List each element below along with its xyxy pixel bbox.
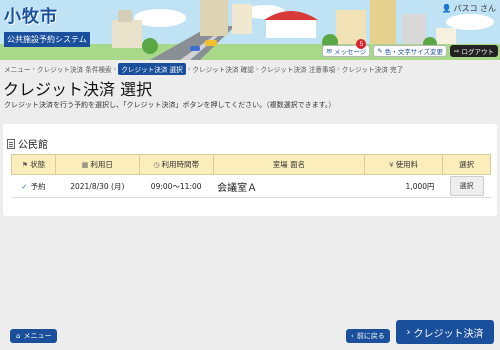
breadcrumb-current: クレジット決済 選択 [118,63,186,75]
user-name: パスコ さん [453,4,496,13]
table-row: ✓ 予約 2021/8/30 (月) 09:00～11:00 会議室Ａ 1,000… [11,174,491,198]
home-icon: ⌂ [16,332,21,340]
col-room: 室場 面名 [212,154,366,175]
breadcrumb-complete: クレジット決済 完了 [341,66,404,74]
col-time: ◷ 利用時間帯 [138,154,214,175]
back-button[interactable]: ‹ 前に戻る [346,329,390,343]
messages-button[interactable]: ✉ メッセージ 5 [322,39,371,57]
display-settings-label: 色・文字サイズ変更 [384,48,444,56]
breadcrumb-separator: › [32,65,36,73]
menu-button[interactable]: ⌂ メニュー [10,329,58,343]
cell-time: 09:00～11:00 [139,174,214,198]
yen-icon: ¥ [389,160,394,169]
header-banner: 小牧市 公共施設予約システム 👤 パスコ さん ✉ メッセージ 5 ✎ 色・文字… [0,0,500,60]
col-select: 選択 [442,154,491,175]
cell-select: 選択 [442,174,491,198]
site-subtitle: 公共施設予約システム [4,32,90,47]
breadcrumb-separator: › [187,65,191,73]
col-date: ▦ 利用日 [54,154,140,175]
cell-date: 2021/8/30 (月) [55,174,140,198]
header-tools: ✉ メッセージ 5 ✎ 色・文字サイズ変更 ⇨ ログアウト [322,39,498,57]
breadcrumb-separator: › [113,65,117,73]
user-info: 👤 パスコ さん [441,3,496,14]
flag-icon: ⚑ [21,160,29,169]
site-title: 小牧市 [4,7,58,27]
display-settings-button[interactable]: ✎ 色・文字サイズ変更 [373,45,448,57]
site-logo[interactable]: 小牧市 公共施設予約システム [4,2,90,47]
chevron-right-icon: › [406,326,411,338]
breadcrumb: メニュー › クレジット決済 条件検索 › クレジット決済 選択 › クレジット… [4,63,403,75]
logout-icon: ⇨ [454,47,460,55]
speech-bubble-icon: ✉ [326,47,332,55]
menu-label: メニュー [23,332,52,340]
breadcrumb-notes: クレジット決済 注意事項 [260,66,336,74]
calendar-icon: ▦ [81,160,89,169]
back-label: 前に戻る [356,332,385,340]
col-status: ⚑ 状態 [11,154,56,175]
table-header-row: ⚑ 状態 ▦ 利用日 ◷ 利用時間帯 室場 面名 ¥ 使用料 選択 [11,154,491,175]
reservation-table: ⚑ 状態 ▦ 利用日 ◷ 利用時間帯 室場 面名 ¥ 使用料 選択 ✓ 予約 2021/8… [11,154,491,198]
clock-icon: ◷ [153,160,160,169]
cell-fee: 1,000円 [364,174,443,198]
credit-payment-label: クレジット決済 [413,328,484,340]
logout-label: ログアウト [461,48,495,56]
logout-button[interactable]: ⇨ ログアウト [450,45,498,57]
chevron-left-icon: ‹ [351,332,354,340]
page-title: クレジット決済 選択 [3,80,153,99]
building-icon [7,138,15,149]
breadcrumb-confirm: クレジット決済 確認 [192,66,254,74]
select-button[interactable]: 選択 [449,176,484,196]
cell-room: 会議室Ａ [213,174,365,198]
footer-bar: ⌂ メニュー ‹ 前に戻る › クレジット決済 [0,315,500,350]
facility-name: 公民館 [18,140,48,151]
facility-heading: 公民館 [7,136,48,151]
breadcrumb-separator: › [255,65,259,73]
facility-panel: 公民館 ⚑ 状態 ▦ 利用日 ◷ 利用時間帯 室場 面名 ¥ 使用料 選択 ✓ 予約 20… [3,124,497,216]
brush-icon: ✎ [377,47,383,55]
check-icon: ✓ [21,181,28,191]
col-fee: ¥ 使用料 [364,154,444,175]
page-description: クレジット決済を行う予約を選択し、「クレジット決済」ボタンを押してください。（複… [4,101,336,109]
breadcrumb-search: クレジット決済 条件検索 [37,66,112,74]
breadcrumb-separator: › [337,65,340,73]
user-icon: 👤 [441,4,452,13]
breadcrumb-menu[interactable]: メニュー [4,64,30,74]
cell-status: ✓ 予約 [11,174,56,198]
credit-payment-button[interactable]: › クレジット決済 [396,320,494,344]
